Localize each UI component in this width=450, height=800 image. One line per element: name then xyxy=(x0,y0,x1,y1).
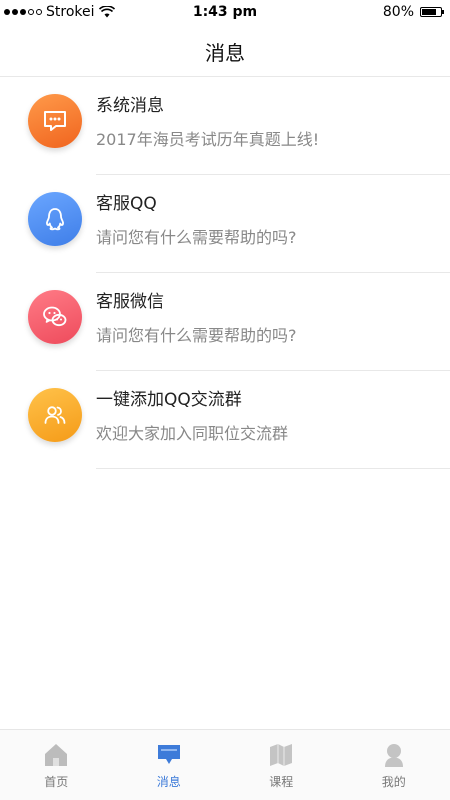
message-text: 系统消息 2017年海员考试历年真题上线! xyxy=(96,95,434,151)
message-list: 系统消息 2017年海员考试历年真题上线! 客服QQ 请问您有什么需要帮助的吗? xyxy=(0,77,450,469)
message-text: 一键添加QQ交流群 欢迎大家加入同职位交流群 xyxy=(96,389,434,445)
message-subtitle: 请问您有什么需要帮助的吗? xyxy=(96,326,297,345)
group-users-icon xyxy=(44,406,66,424)
message-title: 客服微信 xyxy=(96,292,164,312)
message-avatar xyxy=(28,192,82,246)
message-item-qq[interactable]: 客服QQ 请问您有什么需要帮助的吗? xyxy=(0,175,450,273)
message-text: 客服QQ 请问您有什么需要帮助的吗? xyxy=(96,193,434,249)
wechat-icon xyxy=(43,306,67,327)
battery-icon xyxy=(420,7,444,17)
qq-penguin-icon xyxy=(46,208,64,231)
tab-label: 课程 xyxy=(269,774,294,789)
status-bar: Strokei 1:43 pm 80% xyxy=(0,0,450,26)
tab-messages[interactable]: 消息 xyxy=(113,730,226,800)
tab-profile[interactable]: 我的 xyxy=(338,730,450,800)
battery-percent: 80% xyxy=(382,4,414,20)
tab-home[interactable]: 首页 xyxy=(0,730,113,800)
message-item-system[interactable]: 系统消息 2017年海员考试历年真题上线! xyxy=(0,77,450,175)
tab-bar: 首页 消息 课程 我的 xyxy=(0,729,450,800)
message-subtitle: 欢迎大家加入同职位交流群 xyxy=(96,424,289,443)
nav-bar: 消息 xyxy=(0,26,450,77)
message-icon xyxy=(157,744,180,764)
message-avatar xyxy=(28,388,82,442)
home-icon xyxy=(45,743,68,766)
tab-label: 首页 xyxy=(44,774,69,789)
message-avatar xyxy=(28,94,82,148)
message-avatar xyxy=(28,290,82,344)
tab-label: 我的 xyxy=(381,774,406,789)
battery-fill xyxy=(422,9,437,15)
page-title: 消息 xyxy=(205,40,245,65)
message-subtitle: 2017年海员考试历年真题上线! xyxy=(96,130,320,149)
message-title: 一键添加QQ交流群 xyxy=(96,390,242,410)
book-icon xyxy=(270,743,293,766)
profile-icon xyxy=(384,743,403,767)
app-screen: Strokei 1:43 pm 80% 消息 系统消息 2017年海员考试历年真… xyxy=(0,0,450,800)
message-item-wechat[interactable]: 客服微信 请问您有什么需要帮助的吗? xyxy=(0,273,450,371)
message-title: 系统消息 xyxy=(96,96,164,116)
message-subtitle: 请问您有什么需要帮助的吗? xyxy=(96,228,297,247)
message-title: 客服QQ xyxy=(96,194,157,214)
tab-courses[interactable]: 课程 xyxy=(225,730,338,800)
status-right: 80% xyxy=(382,4,444,20)
divider xyxy=(96,468,450,469)
message-item-qq-group[interactable]: 一键添加QQ交流群 欢迎大家加入同职位交流群 xyxy=(0,371,450,469)
message-text: 客服微信 请问您有什么需要帮助的吗? xyxy=(96,291,434,347)
tab-label: 消息 xyxy=(156,774,181,789)
chat-bubble-icon xyxy=(44,111,66,131)
